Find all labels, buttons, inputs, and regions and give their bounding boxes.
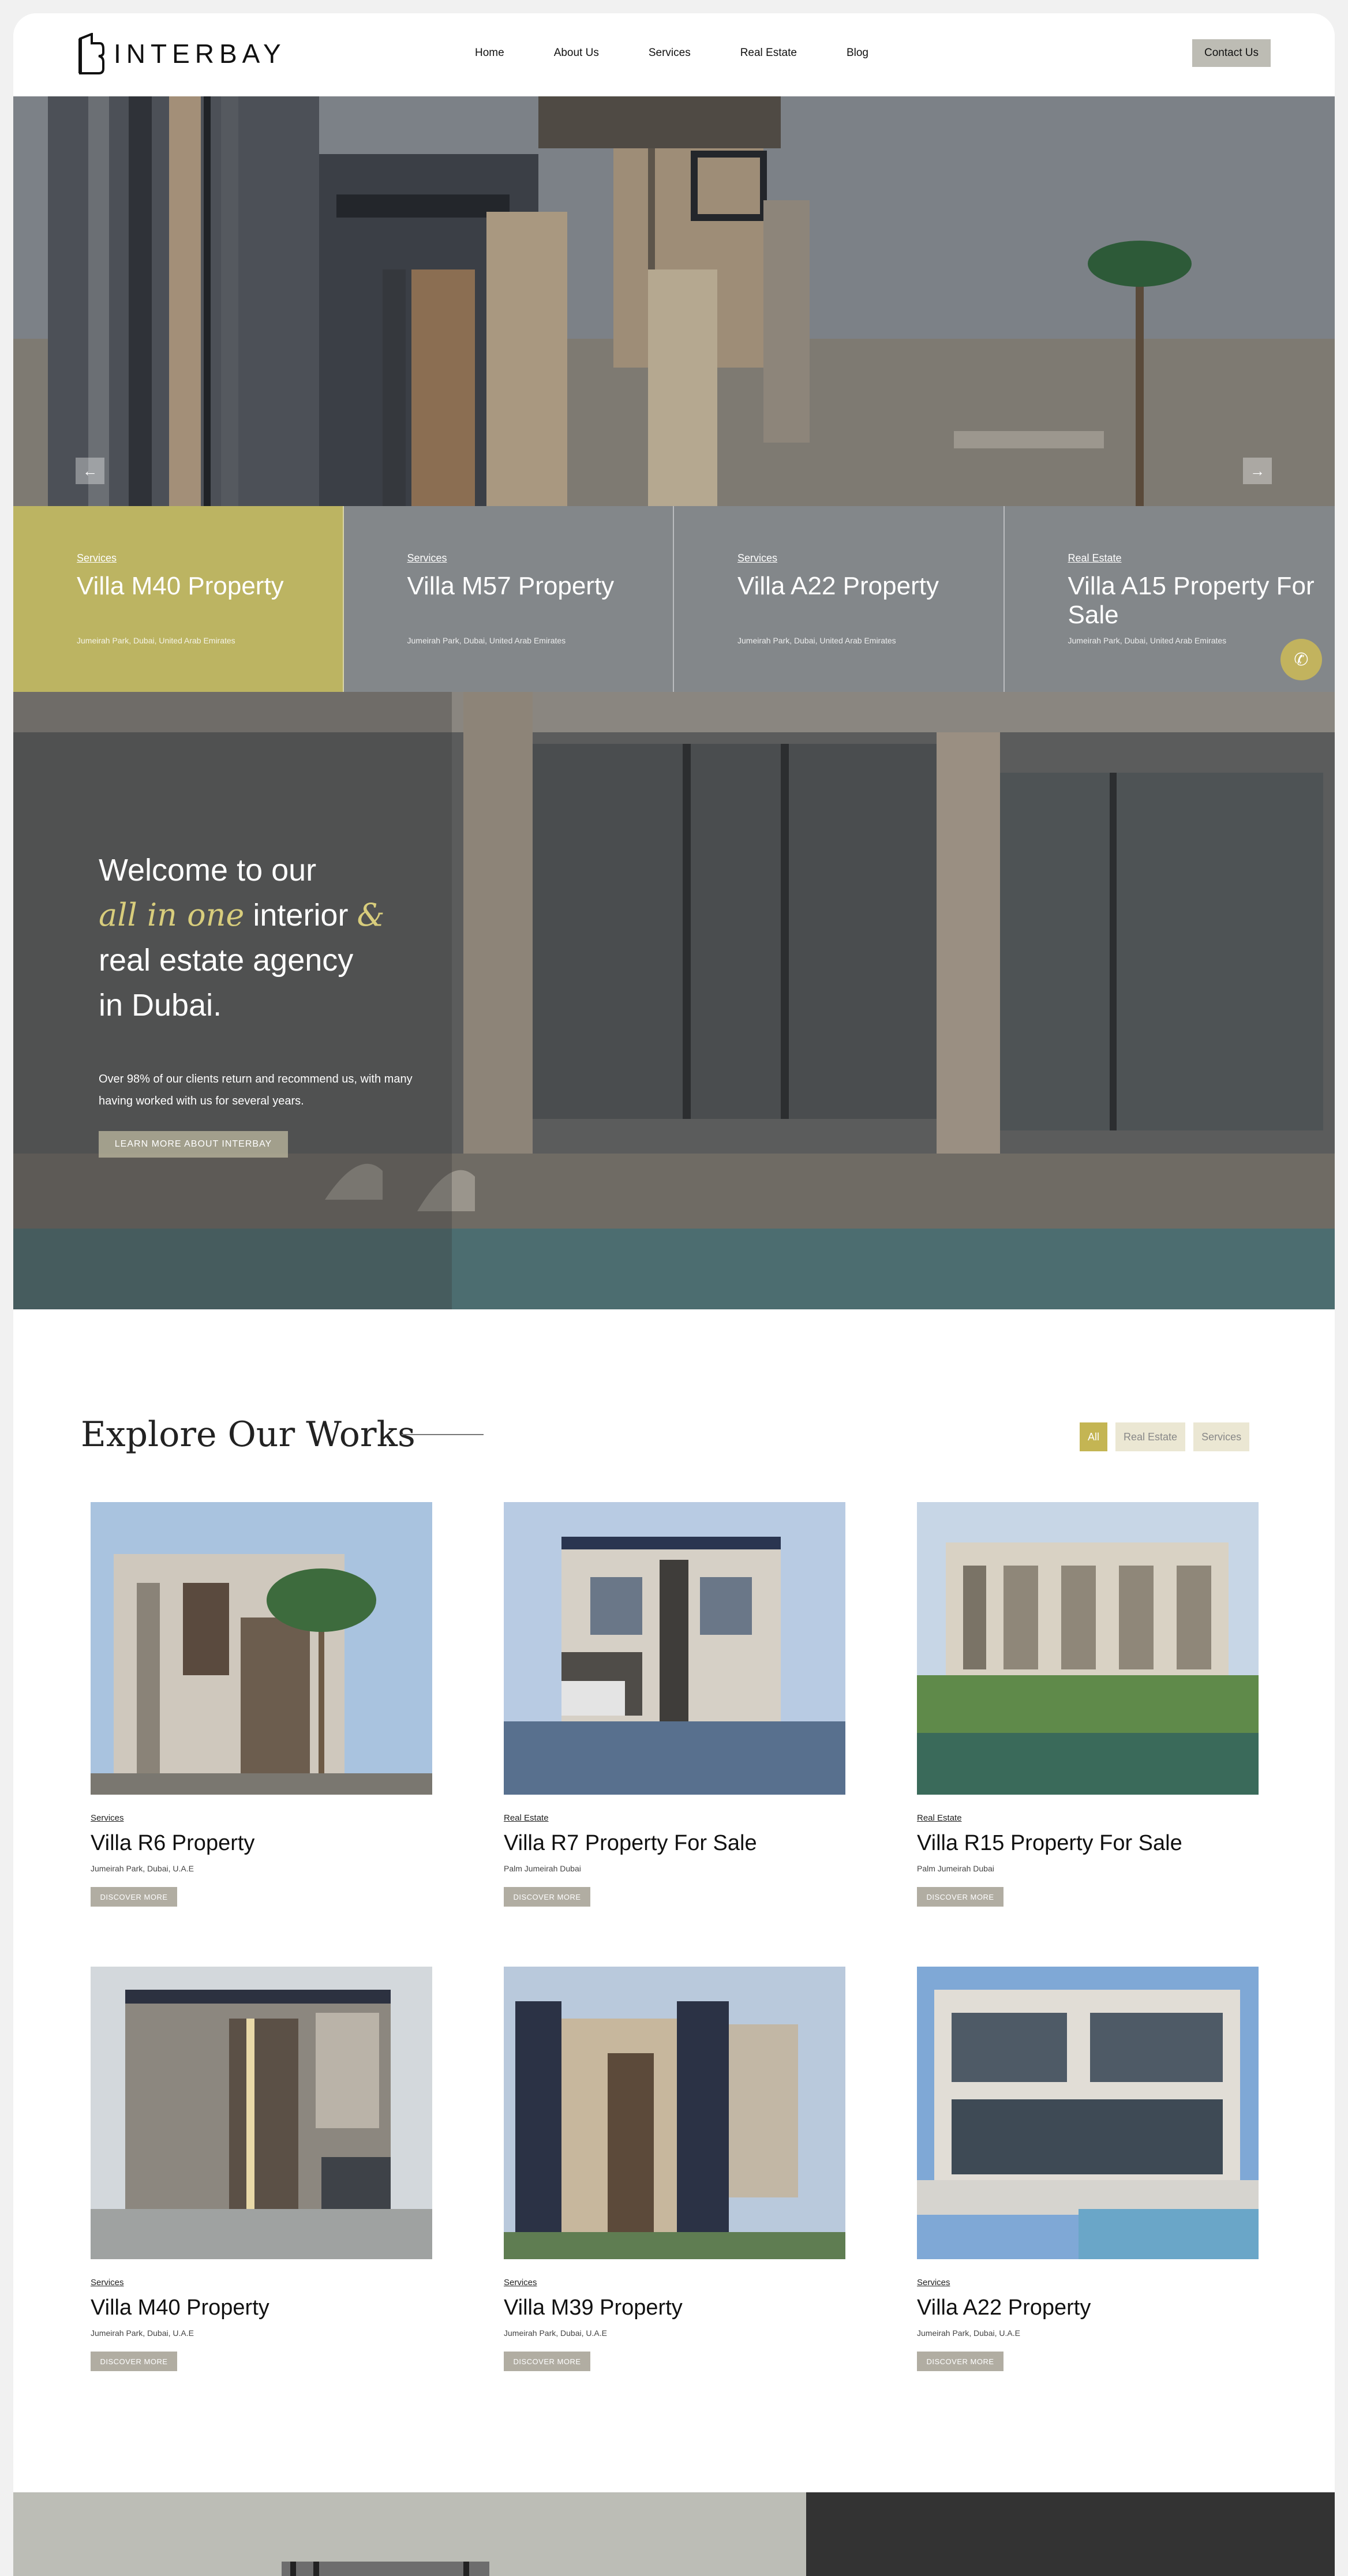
work-location: Palm Jumeirah Dubai (504, 1864, 581, 1873)
work-location: Jumeirah Park, Dubai, U.A.E (91, 2328, 194, 2338)
villa-image (504, 1502, 845, 1795)
work-location: Jumeirah Park, Dubai, U.A.E (91, 1864, 194, 1873)
card-location: Jumeirah Park, Dubai, United Arab Emirat… (77, 636, 235, 645)
villa-image (917, 1502, 1259, 1795)
work-category[interactable]: Services (917, 2278, 1259, 2287)
villa-image (91, 1502, 432, 1795)
card-title: Villa A22 Property (737, 572, 939, 600)
work-image[interactable] (917, 1967, 1259, 2259)
nav-home[interactable]: Home (475, 47, 504, 59)
work-title[interactable]: Villa R15 Property For Sale (917, 1831, 1259, 1856)
work-location: Jumeirah Park, Dubai, U.A.E (917, 2328, 1020, 2338)
filter-services[interactable]: Services (1193, 1422, 1250, 1451)
filter-real-estate[interactable]: Real Estate (1115, 1422, 1186, 1451)
property-card[interactable]: Services Villa M57 Property Jumeirah Par… (343, 506, 674, 692)
card-location: Jumeirah Park, Dubai, United Arab Emirat… (407, 636, 566, 645)
work-card[interactable]: Services Villa M40 Property Jumeirah Par… (91, 1967, 432, 2371)
discover-more-button[interactable]: DISCOVER MORE (91, 1887, 177, 1907)
work-title[interactable]: Villa R7 Property For Sale (504, 1831, 845, 1856)
welcome-line-3: real estate agency (99, 943, 354, 978)
discover-more-button[interactable]: DISCOVER MORE (91, 2352, 177, 2371)
work-category[interactable]: Real Estate (504, 1813, 845, 1823)
footer-promo-right (806, 2492, 1335, 2576)
card-title: Villa M40 Property (77, 572, 284, 600)
hero-slider: ← → (13, 96, 1335, 506)
work-title[interactable]: Villa M40 Property (91, 2296, 432, 2320)
main-nav: Home About Us Services Real Estate Blog (475, 47, 868, 59)
explore-title: Explore Our Works (81, 1414, 415, 1455)
discover-more-button[interactable]: DISCOVER MORE (504, 1887, 590, 1907)
logo[interactable]: INTERBAY (77, 33, 286, 74)
works-filters: All Real Estate Services (1080, 1422, 1250, 1451)
card-title: Villa M57 Property (407, 572, 615, 600)
work-image[interactable] (91, 1502, 432, 1795)
work-location: Palm Jumeirah Dubai (917, 1864, 994, 1873)
welcome-accent: all in one (99, 897, 245, 933)
villa-image (504, 1967, 845, 2259)
hero-image (13, 96, 1335, 506)
learn-more-button[interactable]: LEARN MORE ABOUT INTERBAY (99, 1131, 288, 1158)
footer-image (282, 2562, 489, 2576)
welcome-section: Welcome to our all in one interior & rea… (13, 692, 1335, 1309)
work-title[interactable]: Villa A22 Property (917, 2296, 1259, 2320)
nav-about-us[interactable]: About Us (554, 47, 599, 59)
site-header: INTERBAY Home About Us Services Real Est… (13, 13, 1335, 96)
footer-promo-left (13, 2492, 806, 2576)
card-category[interactable]: Services (737, 552, 777, 564)
work-card[interactable]: Services Villa A22 Property Jumeirah Par… (917, 1967, 1259, 2371)
arrow-left-icon[interactable]: ← (76, 458, 104, 484)
nav-real-estate[interactable]: Real Estate (740, 47, 797, 59)
filter-all[interactable]: All (1080, 1422, 1108, 1451)
work-category[interactable]: Real Estate (917, 1813, 1259, 1823)
nav-services[interactable]: Services (649, 47, 691, 59)
logo-text: INTERBAY (114, 39, 286, 69)
villa-image (91, 1967, 432, 2259)
property-card[interactable]: Services Villa A22 Property Jumeirah Par… (674, 506, 1005, 692)
contact-us-button[interactable]: Contact Us (1192, 39, 1271, 67)
work-category[interactable]: Services (91, 1813, 432, 1823)
work-image[interactable] (504, 1502, 845, 1795)
work-category[interactable]: Services (504, 2278, 845, 2287)
work-card[interactable]: Real Estate Villa R7 Property For Sale P… (504, 1502, 845, 1907)
card-title: Villa A15 Property For Sale (1068, 572, 1315, 629)
discover-more-button[interactable]: DISCOVER MORE (917, 1887, 1003, 1907)
work-location: Jumeirah Park, Dubai, U.A.E (504, 2328, 607, 2338)
card-location: Jumeirah Park, Dubai, United Arab Emirat… (1068, 636, 1227, 645)
card-category[interactable]: Services (77, 552, 117, 564)
work-category[interactable]: Services (91, 2278, 432, 2287)
page-frame: INTERBAY Home About Us Services Real Est… (13, 13, 1335, 2576)
card-category[interactable]: Services (407, 552, 447, 564)
welcome-line-1: Welcome to our (99, 853, 317, 888)
discover-more-button[interactable]: DISCOVER MORE (917, 2352, 1003, 2371)
whatsapp-icon[interactable]: ✆ (1280, 639, 1322, 680)
work-title[interactable]: Villa M39 Property (504, 2296, 845, 2320)
welcome-heading: Welcome to our all in one interior & rea… (99, 848, 422, 1028)
work-image[interactable] (917, 1502, 1259, 1795)
welcome-line-2-rest: interior (253, 898, 349, 933)
explore-divider (402, 1434, 484, 1435)
logo-icon (78, 33, 104, 74)
work-card[interactable]: Services Villa R6 Property Jumeirah Park… (91, 1502, 432, 1907)
welcome-paragraph: Over 98% of our clients return and recom… (99, 1073, 413, 1107)
work-card[interactable]: Services Villa M39 Property Jumeirah Par… (504, 1967, 845, 2371)
welcome-line-2: all in one interior & (99, 893, 422, 938)
arrow-right-icon[interactable]: → (1243, 458, 1272, 484)
nav-blog[interactable]: Blog (847, 47, 868, 59)
villa-image (917, 1967, 1259, 2259)
property-cards: Services Villa M40 Property Jumeirah Par… (13, 506, 1335, 692)
welcome-line-4: in Dubai. (99, 988, 222, 1023)
discover-more-button[interactable]: DISCOVER MORE (504, 2352, 590, 2371)
welcome-ampersand: & (357, 897, 385, 933)
card-category[interactable]: Real Estate (1068, 552, 1122, 564)
property-card[interactable]: Services Villa M40 Property Jumeirah Par… (13, 506, 344, 692)
work-image[interactable] (91, 1967, 432, 2259)
work-title[interactable]: Villa R6 Property (91, 1831, 432, 1856)
work-image[interactable] (504, 1967, 845, 2259)
work-card[interactable]: Real Estate Villa R15 Property For Sale … (917, 1502, 1259, 1907)
card-location: Jumeirah Park, Dubai, United Arab Emirat… (737, 636, 896, 645)
